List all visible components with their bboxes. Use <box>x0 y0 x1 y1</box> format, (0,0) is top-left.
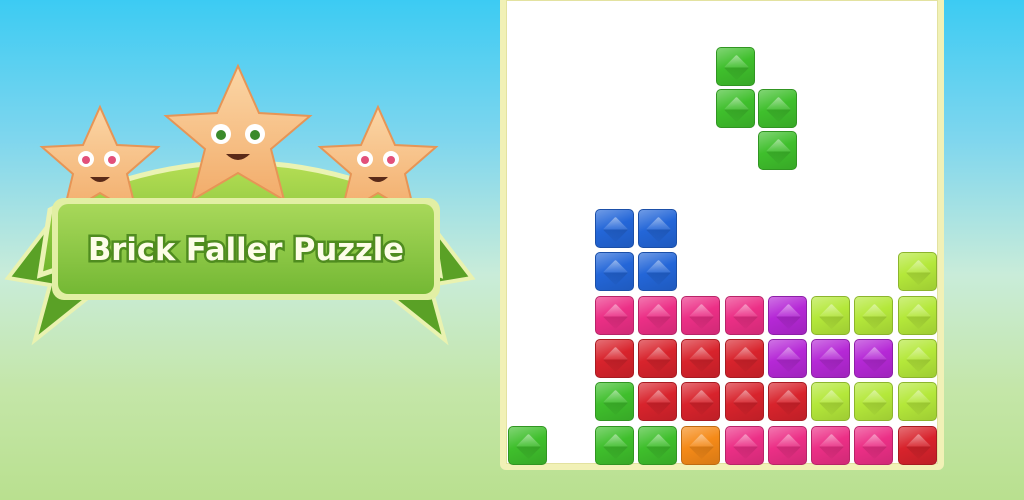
brick-blue <box>637 252 677 292</box>
brick-pink <box>637 295 677 335</box>
brick-orange <box>681 425 721 465</box>
brick-red <box>637 338 677 378</box>
brick-pink <box>681 295 721 335</box>
brick-red <box>767 382 807 422</box>
brick-pink <box>594 295 634 335</box>
brick-lime <box>897 252 937 292</box>
brick-green <box>637 425 677 465</box>
falling-brick <box>716 47 755 86</box>
brick-red <box>897 425 937 465</box>
brick-pink <box>724 295 764 335</box>
game-logo: Brick Faller Puzzle <box>4 63 476 346</box>
brick-lime <box>854 295 894 335</box>
brick-green <box>594 382 634 422</box>
brick-red <box>681 382 721 422</box>
game-board[interactable] <box>500 0 944 470</box>
brick-pink <box>724 425 764 465</box>
brick-lime <box>897 382 937 422</box>
brick-purple <box>767 295 807 335</box>
brick-lime <box>811 295 851 335</box>
falling-brick <box>758 89 797 128</box>
brick-lime <box>897 338 937 378</box>
brick-purple <box>811 338 851 378</box>
brick-lime <box>811 382 851 422</box>
game-title: Brick Faller Puzzle <box>88 232 404 268</box>
falling-brick <box>758 131 797 170</box>
brick-blue <box>594 209 634 248</box>
brick-purple <box>767 338 807 378</box>
brick-red <box>637 382 677 422</box>
title-plate: Brick Faller Puzzle <box>52 198 440 300</box>
brick-purple <box>854 338 894 378</box>
brick-red <box>594 338 634 378</box>
brick-green <box>508 425 547 465</box>
brick-blue <box>637 209 677 248</box>
brick-pink <box>767 425 807 465</box>
brick-pink <box>811 425 851 465</box>
brick-red <box>724 338 764 378</box>
brick-lime <box>897 295 937 335</box>
brick-red <box>724 382 764 422</box>
brick-pink <box>854 425 894 465</box>
falling-brick <box>716 89 755 128</box>
brick-green <box>594 425 634 465</box>
brick-blue <box>594 252 634 292</box>
brick-red <box>681 338 721 378</box>
brick-lime <box>854 382 894 422</box>
